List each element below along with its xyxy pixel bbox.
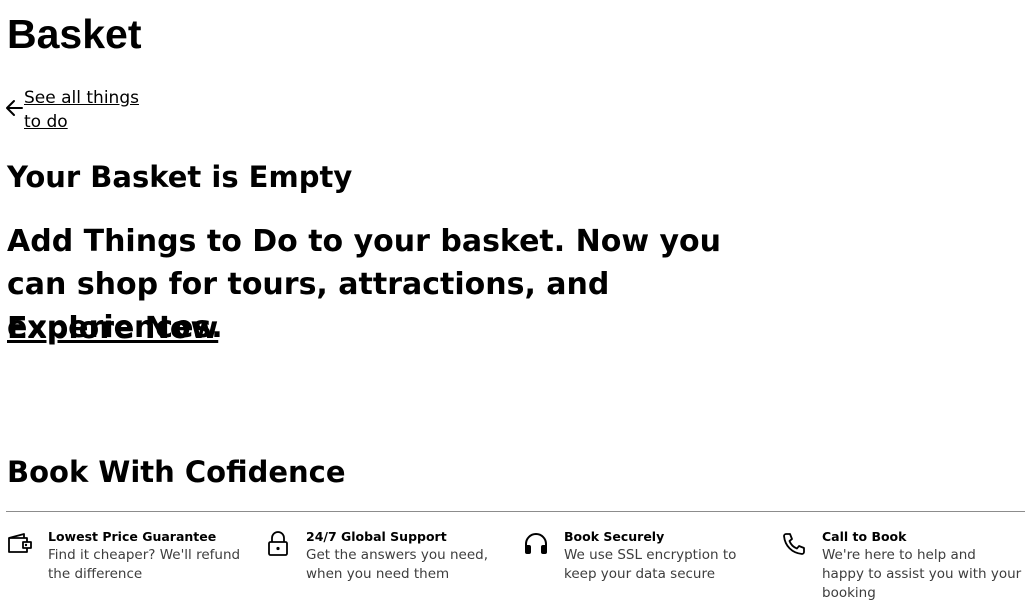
feature-global-support: 24/7 Global Support Get the answers you … bbox=[264, 528, 506, 584]
feature-call-to-book: Call to Book We're here to help and happ… bbox=[780, 528, 1022, 603]
phone-icon bbox=[783, 533, 805, 555]
feature-title: Lowest Price Guarantee bbox=[48, 529, 217, 544]
lock-icon bbox=[268, 531, 288, 556]
feature-book-securely: Book Securely We use SSL encryption to k… bbox=[522, 528, 764, 584]
features-row: Lowest Price Guarantee Find it cheaper? … bbox=[6, 528, 1026, 602]
arrow-left-icon bbox=[6, 100, 23, 116]
feature-title: 24/7 Global Support bbox=[306, 529, 447, 544]
feature-description: Find it cheaper? We'll refund the differ… bbox=[48, 547, 241, 582]
feature-title: Book Securely bbox=[564, 529, 665, 544]
back-link[interactable]: See all things to do bbox=[5, 86, 156, 134]
page-title: Basket bbox=[7, 11, 142, 57]
back-link-label: See all things to do bbox=[24, 88, 139, 132]
confidence-heading: Book With Cofidence bbox=[7, 455, 346, 489]
feature-title: Call to Book bbox=[822, 529, 907, 544]
empty-basket-title: Your Basket is Empty bbox=[7, 160, 353, 194]
explore-now-link[interactable]: Explore Now bbox=[7, 307, 218, 350]
feature-lowest-price: Lowest Price Guarantee Find it cheaper? … bbox=[6, 528, 248, 584]
divider bbox=[6, 511, 1025, 512]
feature-description: We're here to help and happy to assist y… bbox=[822, 547, 1022, 601]
feature-description: We use SSL encryption to keep your data … bbox=[564, 547, 737, 582]
wallet-icon bbox=[8, 533, 32, 553]
headphones-icon bbox=[525, 533, 547, 554]
feature-description: Get the answers you need, when you need … bbox=[306, 547, 489, 582]
